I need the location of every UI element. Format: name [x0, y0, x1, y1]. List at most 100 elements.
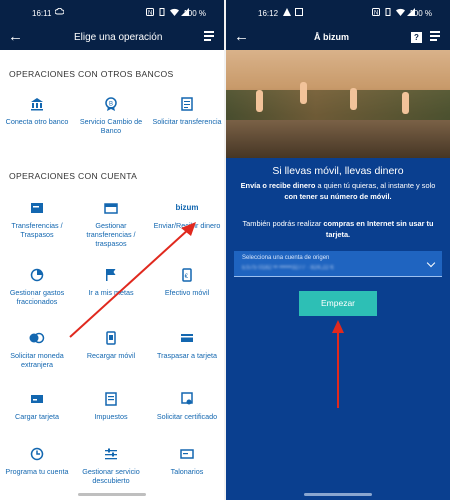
description-plain-1: a quien tú quieras, al instante y solo — [315, 181, 436, 190]
tile-label: Enviar/Recibir dinero — [153, 221, 221, 230]
tile-label: Cargar tarjeta — [15, 412, 59, 421]
info-bold-1: compras en Internet sin usar tu tarjeta. — [323, 219, 434, 239]
hero-person — [402, 92, 409, 114]
info-plain-1: También podrás realizar — [242, 219, 324, 228]
tile-ir-a-mis-metas[interactable]: Ir a mis metas — [74, 268, 148, 297]
nfc-icon: N — [372, 8, 380, 18]
tile-label: Solicitar transferencia — [152, 117, 222, 126]
menu-icon[interactable] — [430, 31, 440, 43]
description-bold-1: Envía o recibe dinero — [240, 181, 316, 190]
hero-person — [300, 82, 307, 104]
currency-icon — [0, 331, 74, 345]
tile-moneda-extranjera[interactable]: Solicitar moneda extranjera — [0, 331, 74, 369]
tile-label: Gestionar gastos fraccionados — [9, 288, 65, 306]
tile-label: Transferencias / Traspasos — [11, 221, 63, 239]
tile-label: Efectivo móvil — [164, 288, 210, 297]
cloud-icon — [54, 7, 65, 17]
tile-label: Ir a mis metas — [88, 288, 134, 297]
description: Envía o recibe dinero a quien tú quieras… — [236, 180, 440, 202]
tile-cargar-tarjeta[interactable]: Cargar tarjeta — [0, 392, 74, 421]
app-bar: ← Elige una operación — [0, 26, 224, 50]
status-time: 16:12 — [258, 9, 279, 18]
tile-efectivo-movil[interactable]: € Efectivo móvil — [150, 268, 224, 297]
section-title-con-cuenta: OPERACIONES CON CUENTA — [9, 171, 138, 181]
tile-label: Traspasar a tarjeta — [156, 351, 218, 360]
tile-label: Programa tu cuenta — [5, 467, 69, 476]
gesture-bar — [0, 490, 224, 500]
menu-icon[interactable] — [204, 31, 214, 43]
help-icon[interactable]: ? — [411, 32, 422, 43]
arrow-left-icon[interactable]: ← — [234, 28, 249, 46]
wifi-icon — [396, 8, 405, 18]
tile-conecta-otro-banco[interactable]: Conecta otro banco — [0, 97, 74, 126]
status-bar: 16:12 N 100 % — [226, 0, 450, 26]
tile-recargar-movil[interactable]: Recargar móvil — [74, 331, 148, 360]
svg-text:B: B — [109, 102, 113, 108]
headline: Si llevas móvil, llevas dinero — [272, 165, 404, 177]
card-load-icon — [0, 392, 74, 406]
tile-label: Gestionar servicio descubierto — [82, 467, 140, 485]
bizum-screen: 16:12 N 100 % ← Å bizum ? Si llevas móvi… — [226, 0, 450, 500]
description-bold-2: con tener su número de móvil. — [284, 192, 392, 201]
wifi-icon — [170, 8, 179, 18]
info-text: También podrás realizar compras en Inter… — [236, 218, 440, 240]
hero-person — [350, 88, 357, 110]
account-select-label: Selecciona una cuenta de origen — [242, 255, 330, 261]
schedule-icon — [0, 447, 74, 461]
settings-sliders-icon — [74, 447, 148, 461]
tile-enviar-recibir-dinero[interactable]: bizum Enviar/Recibir dinero — [150, 201, 224, 230]
certificate-icon — [150, 392, 224, 406]
tile-gestionar-transferencias[interactable]: Gestionar transferencias / traspasos — [74, 201, 148, 248]
calendar-transfer-icon — [74, 201, 148, 215]
account-select[interactable]: Selecciona una cuenta de origen ES75 018… — [234, 251, 442, 277]
bizum-logo-text: bizum — [323, 32, 349, 42]
battery-level: 100 % — [409, 9, 432, 18]
arrow-left-icon[interactable]: ← — [8, 28, 23, 46]
tile-label: Recargar móvil — [86, 351, 136, 360]
tile-gastos-fraccionados[interactable]: Gestionar gastos fraccionados — [0, 268, 74, 306]
hero-water — [226, 120, 450, 158]
split-expense-icon — [0, 268, 74, 282]
tile-label: Servicio Cambio de Banco — [79, 117, 143, 135]
bizum-icon: bizum — [175, 203, 199, 212]
status-bar: 16:11 N 100 % — [0, 0, 224, 26]
start-button[interactable]: Empezar — [299, 291, 377, 316]
transfer-icon — [0, 201, 74, 215]
flag-icon — [74, 268, 148, 282]
section-title-otros-bancos: OPERACIONES CON OTROS BANCOS — [9, 69, 174, 79]
tax-icon — [74, 392, 148, 406]
tile-label: Solicitar certificado — [156, 412, 218, 421]
nfc-icon: N — [146, 8, 154, 18]
badge-icon: B — [74, 97, 148, 111]
hero-person — [256, 90, 263, 112]
tile-servicio-descubierto[interactable]: Gestionar servicio descubierto — [74, 447, 148, 485]
tile-servicio-cambio-banco[interactable]: B Servicio Cambio de Banco — [74, 97, 148, 135]
tile-label: Talonarios — [170, 467, 204, 476]
vibrate-icon — [384, 8, 392, 18]
card-transfer-icon — [150, 331, 224, 345]
tile-label: Conecta otro banco — [5, 117, 69, 126]
tile-label: Impuestos — [94, 412, 128, 421]
tile-talonarios[interactable]: Talonarios — [150, 447, 224, 476]
app-bar: ← Å bizum ? — [226, 26, 450, 50]
checkbook-icon — [150, 447, 224, 461]
svg-text:€: € — [185, 274, 189, 280]
tile-solicitar-certificado[interactable]: Solicitar certificado — [150, 392, 224, 421]
battery-level: 100 % — [183, 9, 206, 18]
hero-image — [226, 50, 450, 158]
tile-impuestos[interactable]: Impuestos — [74, 392, 148, 421]
image-icon — [295, 8, 303, 18]
svg-text:N: N — [374, 11, 378, 17]
vibrate-icon — [158, 8, 166, 18]
tile-traspasar-a-tarjeta[interactable]: Traspasar a tarjeta — [150, 331, 224, 360]
mobile-cash-icon: € — [150, 268, 224, 282]
account-select-value: ES75 0182 •• ••••••3277 · 824,22 € — [242, 265, 334, 271]
document-icon — [150, 97, 224, 111]
page-title: Elige una operación — [74, 32, 163, 43]
tile-programa-tu-cuenta[interactable]: Programa tu cuenta — [0, 447, 74, 476]
bank-icon — [0, 97, 74, 111]
tile-solicitar-transferencia[interactable]: Solicitar transferencia — [150, 97, 224, 126]
tile-transferencias[interactable]: Transferencias / Traspasos — [0, 201, 74, 239]
split-screenshot: 16:11 N 100 % ← Elige una operación OPER — [0, 0, 450, 500]
tile-label: Solicitar moneda extranjera — [10, 351, 64, 369]
